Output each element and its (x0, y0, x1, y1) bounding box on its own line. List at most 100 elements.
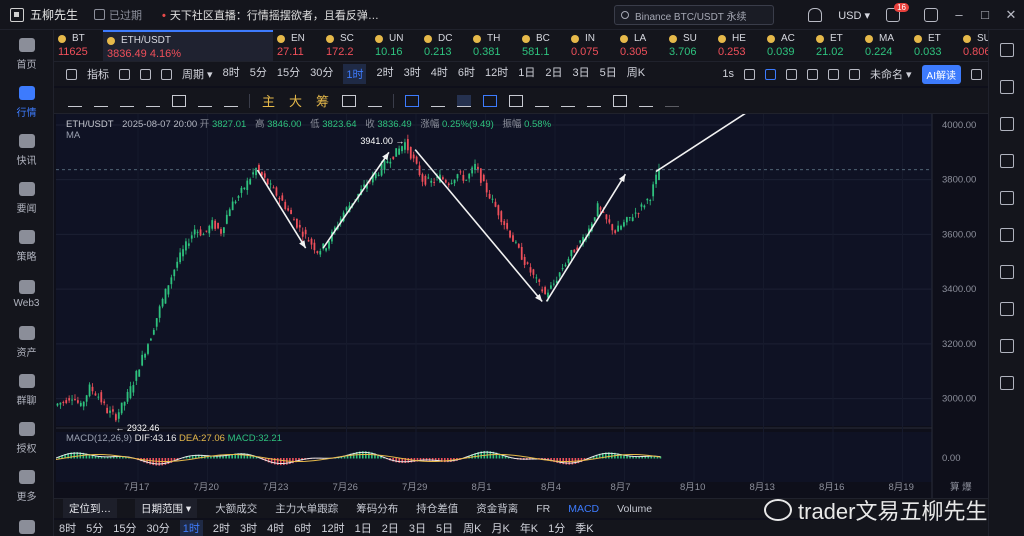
period-button[interactable]: 周期 ▾ (182, 66, 213, 82)
indicators-button[interactable]: 指标 (87, 66, 109, 82)
draw-mode-icon[interactable] (457, 94, 472, 107)
timeframe-13[interactable]: 5日 (600, 64, 617, 84)
bottom-timeframe-16[interactable]: 年K (520, 520, 538, 536)
indicator-tab-3[interactable]: 主力大单跟踪 (275, 501, 338, 516)
ma-indicator-label[interactable]: MA (66, 130, 80, 141)
timeframe-9[interactable]: 12时 (485, 64, 508, 84)
nav-item-0[interactable]: 首页 (0, 30, 53, 78)
timeframe-1[interactable]: 5分 (250, 64, 267, 84)
window-icon[interactable] (827, 68, 839, 80)
ticker-5[interactable]: DC 0.213 (420, 30, 469, 61)
bottom-timeframe-0[interactable]: 8时 (59, 520, 76, 536)
timeframe-2[interactable]: 15分 (277, 64, 300, 84)
list-icon[interactable] (999, 339, 1014, 353)
close-icon[interactable]: ✕ (1005, 8, 1017, 21)
ticker-6[interactable]: TH 0.381 (469, 30, 518, 61)
ticker-3[interactable]: SC 172.2 (322, 30, 371, 61)
notes-icon[interactable] (999, 80, 1014, 94)
nav-item-5[interactable]: Web3 (0, 270, 53, 318)
indicator-tab-2[interactable]: 大额成交 (215, 501, 257, 516)
nav-item-7[interactable]: 群聊 (0, 366, 53, 414)
bottom-timeframe-3[interactable]: 30分 (147, 520, 170, 536)
timeframe-5[interactable]: 2时 (376, 64, 393, 84)
bottom-timeframe-14[interactable]: 周K (463, 520, 481, 536)
bottom-timeframe-5[interactable]: 2时 (213, 520, 230, 536)
timeframe-0[interactable]: 8时 (223, 64, 240, 84)
trash-icon[interactable] (613, 94, 628, 107)
bottom-timeframe-2[interactable]: 15分 (113, 520, 136, 536)
indicator-tab-5[interactable]: 持仓差值 (416, 501, 458, 516)
filter-icon[interactable] (587, 95, 602, 107)
ticker-15[interactable]: ET 0.033 (910, 30, 959, 61)
redo-icon[interactable] (665, 95, 680, 107)
timeframe-12[interactable]: 3日 (572, 64, 589, 84)
lock-icon[interactable] (509, 94, 524, 107)
refresh-icon[interactable] (999, 302, 1014, 316)
nav-item-6[interactable]: 资产 (0, 318, 53, 366)
nav-item-8[interactable]: 授权 (0, 414, 53, 462)
candlestick-icon[interactable] (140, 68, 151, 80)
seconds-button[interactable]: 1s (722, 68, 734, 80)
trendline-tool-icon[interactable] (68, 95, 82, 107)
indicator-icon[interactable] (66, 68, 77, 80)
timer-icon[interactable] (999, 376, 1014, 390)
layout-icon[interactable] (806, 68, 818, 80)
timeframe-4[interactable]: 1时 (343, 64, 367, 84)
indicator-tab-0[interactable]: 定位到… (63, 499, 117, 518)
bottom-timeframe-13[interactable]: 5日 (436, 520, 453, 536)
bottom-timeframe-4[interactable]: 1时 (179, 520, 203, 536)
mail-icon[interactable]: 16 (886, 3, 909, 22)
compare-icon[interactable] (999, 228, 1014, 242)
ticker-8[interactable]: IN 0.075 (567, 30, 616, 61)
alert-icon[interactable] (999, 191, 1014, 205)
channel-tool-icon[interactable] (120, 95, 134, 107)
live-news-ticker[interactable]: • 天下社区直播：行情摇摆欲者，且看反弹… (162, 7, 379, 23)
share-icon[interactable] (971, 68, 982, 80)
bottom-timeframe-11[interactable]: 2日 (382, 520, 399, 536)
calculator-icon[interactable] (999, 154, 1014, 168)
indicator-tab-1[interactable]: 日期范围 ▾ (135, 499, 198, 518)
select-tool-icon[interactable] (405, 94, 420, 107)
depth-chart-icon[interactable] (999, 117, 1014, 131)
indicator-tab-6[interactable]: 资金背离 (476, 501, 518, 516)
big-order-button[interactable]: 大 (289, 91, 302, 110)
ticker-11[interactable]: HE 0.253 (714, 30, 763, 61)
ticker-0[interactable]: BT 11625 (54, 30, 103, 61)
ticker-13[interactable]: ET 21.02 (812, 30, 861, 61)
ai-analysis-button[interactable]: AI解读 (921, 64, 961, 84)
bottom-timeframe-17[interactable]: 1分 (548, 520, 565, 536)
expired-badge[interactable]: 已过期 (94, 7, 142, 23)
fib-tool-icon[interactable] (342, 94, 357, 107)
chip-button[interactable]: 筹 (316, 91, 329, 110)
price-chart-svg[interactable]: 3000.00 3200.00 3400.00 3600.00 3800.00 4000.… (56, 114, 986, 498)
expand-icon[interactable] (785, 68, 797, 80)
price-chart[interactable]: 3000.00 3200.00 3400.00 3600.00 3800.00 4000.… (56, 114, 986, 498)
ticker-16[interactable]: SU0.806 (959, 30, 988, 61)
ticker-10[interactable]: SU 3.706 (665, 30, 714, 61)
indicator-tab-8[interactable]: MACD (568, 503, 599, 515)
nav-item-10[interactable]: VIP (0, 510, 53, 536)
search-input[interactable]: Binance BTC/USDT 永续 (614, 5, 774, 25)
bottom-timeframe-12[interactable]: 3日 (409, 520, 426, 536)
bottom-timeframe-10[interactable]: 1日 (355, 520, 372, 536)
timeframe-3[interactable]: 30分 (310, 64, 333, 84)
camera-icon[interactable] (743, 68, 755, 80)
hide-drawings-icon[interactable] (535, 95, 550, 107)
indicator-tab-4[interactable]: 筹码分布 (356, 501, 398, 516)
bottom-timeframe-6[interactable]: 3时 (240, 520, 257, 536)
nav-item-9[interactable]: 更多 (0, 462, 53, 510)
pencil-icon[interactable] (764, 68, 776, 80)
bottom-timeframe-18[interactable]: 季K (575, 520, 593, 536)
timeframe-14[interactable]: 周K (627, 64, 645, 84)
indicator-tab-7[interactable]: FR (536, 503, 550, 515)
ticker-1[interactable]: ETH/USDT 3836.49 4.16% (103, 30, 273, 61)
ticker-12[interactable]: AC 0.039 (763, 30, 812, 61)
timeframe-10[interactable]: 1日 (518, 64, 535, 84)
bottom-timeframe-9[interactable]: 12时 (321, 520, 344, 536)
timeframe-11[interactable]: 2日 (545, 64, 562, 84)
ticker-2[interactable]: EN 27.11 (273, 30, 322, 61)
brush-icon[interactable] (561, 95, 576, 107)
horizontal-line-tool-icon[interactable] (146, 95, 160, 107)
timeframe-6[interactable]: 3时 (404, 64, 421, 84)
layout-name-select[interactable]: 未命名 ▾ (870, 66, 912, 82)
